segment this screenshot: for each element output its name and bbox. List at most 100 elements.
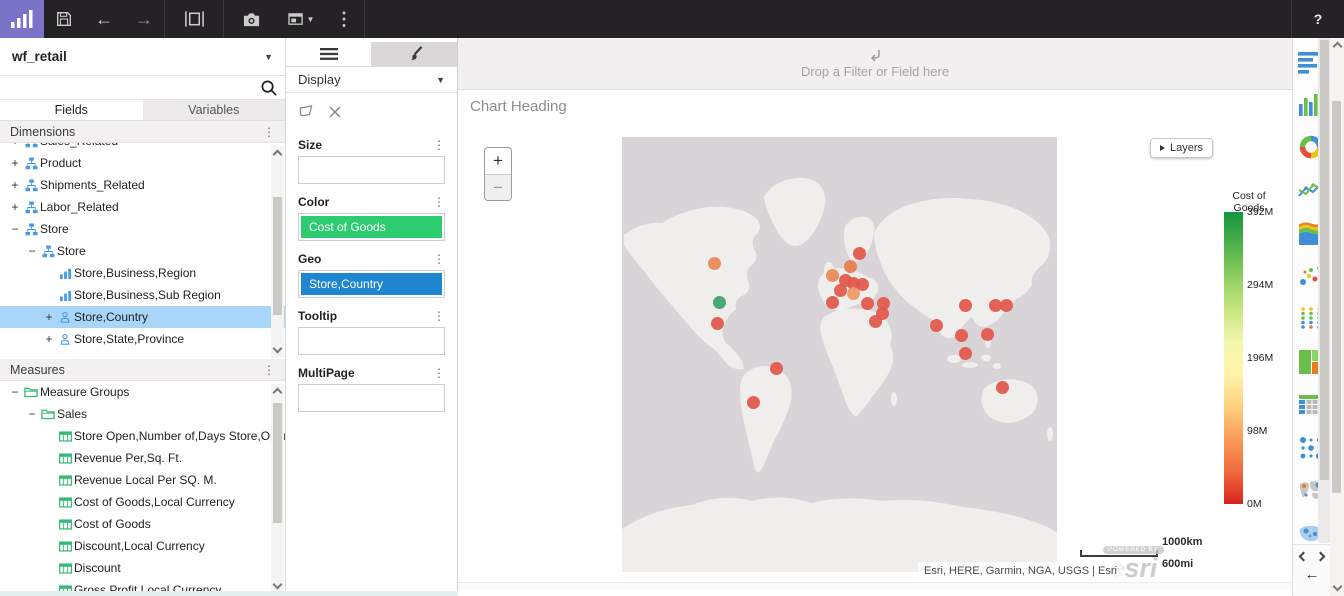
scrollbar-thumb[interactable] <box>1320 40 1329 480</box>
bucket-drop-zone[interactable]: Cost of Goods <box>298 213 445 241</box>
map-data-point[interactable] <box>959 299 972 312</box>
layout-menu-button[interactable]: ▼ <box>278 0 324 38</box>
zoom-in-button[interactable]: + <box>485 148 511 174</box>
tree-item[interactable]: +Store,Country <box>0 306 285 328</box>
expand-icon[interactable]: + <box>42 310 56 324</box>
map-data-point[interactable] <box>959 347 972 360</box>
datasource-selector[interactable]: wf_retail ▼ <box>0 38 285 76</box>
scroll-up-icon[interactable] <box>273 388 283 398</box>
expand-icon[interactable]: + <box>8 178 22 192</box>
expand-icon[interactable]: + <box>8 143 22 148</box>
layers-button[interactable]: Layers <box>1150 138 1213 158</box>
field-pill[interactable]: Cost of Goods <box>301 216 442 238</box>
map-data-point[interactable] <box>853 247 866 260</box>
display-section-header[interactable]: Display ▼ <box>286 67 457 93</box>
collapse-rail-button[interactable]: ← <box>1293 566 1331 583</box>
expand-icon[interactable]: + <box>42 332 56 346</box>
bucket-drop-zone[interactable] <box>298 327 445 355</box>
undo-button[interactable]: ← <box>84 0 124 38</box>
map-data-point[interactable] <box>826 269 839 282</box>
kebab-icon[interactable]: ⋮ <box>263 125 275 139</box>
page-left-icon[interactable] <box>1299 552 1309 562</box>
search-input[interactable] <box>8 78 260 98</box>
map-data-point[interactable] <box>861 297 874 310</box>
map-data-point[interactable] <box>1000 299 1013 312</box>
kebab-icon[interactable]: ⋮ <box>433 138 445 152</box>
collapse-icon[interactable]: − <box>25 244 39 258</box>
scrollbar-track[interactable] <box>272 161 283 342</box>
scroll-down-icon[interactable] <box>1332 582 1342 592</box>
scrollbar-thumb[interactable] <box>273 197 282 315</box>
tree-item[interactable]: Discount,Local Currency <box>0 535 285 557</box>
map-data-point[interactable] <box>711 317 724 330</box>
save-button[interactable] <box>44 0 84 38</box>
tab-fields[interactable]: Fields <box>0 100 143 120</box>
tree-item[interactable]: Revenue Local Per SQ. M. <box>0 469 285 491</box>
filter-drop-zone[interactable]: Drop a Filter or Field here <box>458 38 1292 90</box>
chart-heading[interactable]: Chart Heading <box>470 98 567 115</box>
scroll-down-icon[interactable] <box>273 344 283 354</box>
collapse-icon[interactable]: − <box>8 222 22 236</box>
map-data-point[interactable] <box>826 296 839 309</box>
tree-item[interactable]: Discount <box>0 557 285 579</box>
tree-item[interactable]: Store Open,Number of,Days Store,Open <box>0 425 285 447</box>
clear-x-icon[interactable] <box>328 105 342 119</box>
tree-item[interactable]: Store,Business,Region <box>0 262 285 284</box>
more-options-button[interactable]: ⋮ <box>324 0 364 38</box>
map-data-point[interactable] <box>981 328 994 341</box>
map-data-point[interactable] <box>708 257 721 270</box>
redo-button[interactable]: → <box>124 0 164 38</box>
map-data-point[interactable] <box>747 396 760 409</box>
tab-buckets[interactable] <box>286 42 372 66</box>
kebab-icon[interactable]: ⋮ <box>433 252 445 266</box>
map-data-point[interactable] <box>770 362 783 375</box>
expand-icon[interactable]: + <box>8 156 22 170</box>
scroll-up-icon[interactable] <box>1332 42 1342 52</box>
collapse-icon[interactable]: − <box>8 385 22 399</box>
tree-item[interactable]: −Store <box>0 240 285 262</box>
field-pill[interactable]: Store,Country <box>301 273 442 295</box>
collapse-icon[interactable]: − <box>25 407 39 421</box>
help-button[interactable]: ? <box>1292 0 1344 38</box>
tab-format[interactable] <box>372 42 457 66</box>
bucket-drop-zone[interactable] <box>298 384 445 412</box>
tab-variables[interactable]: Variables <box>143 100 286 120</box>
tree-item[interactable]: +Product <box>0 152 285 174</box>
tree-item[interactable]: Store,Business,Sub Region <box>0 284 285 306</box>
left-horizontal-scrollbar[interactable] <box>0 591 458 596</box>
tree-item[interactable]: +Store,State,Province <box>0 328 285 350</box>
kebab-icon[interactable]: ⋮ <box>433 366 445 380</box>
expand-icon[interactable]: + <box>8 200 22 214</box>
zoom-out-button[interactable]: − <box>485 174 511 200</box>
scrollbar-track[interactable] <box>272 399 283 578</box>
map-data-point[interactable] <box>996 381 1009 394</box>
tree-item[interactable]: Cost of Goods,Local Currency <box>0 491 285 513</box>
horizontal-scrollbar[interactable] <box>458 582 1292 590</box>
map-data-point[interactable] <box>834 284 847 297</box>
rail-scrollbar[interactable] <box>1318 38 1330 543</box>
dimensions-scrollbar[interactable] <box>271 146 284 358</box>
scrollbar-thumb[interactable] <box>273 403 282 523</box>
tree-item[interactable]: −Store <box>0 218 285 240</box>
map-data-point[interactable] <box>713 296 726 309</box>
app-logo[interactable] <box>0 0 44 38</box>
tree-item[interactable]: +Shipments_Related <box>0 174 285 196</box>
scrollbar-thumb[interactable] <box>1332 101 1341 493</box>
tree-item[interactable]: −Measure Groups <box>0 381 285 403</box>
kebab-icon[interactable]: ⋮ <box>433 195 445 209</box>
scrollbar-track[interactable] <box>1331 53 1343 580</box>
snapshot-button[interactable] <box>224 0 278 38</box>
search-icon[interactable] <box>260 79 277 96</box>
tree-item[interactable]: Revenue Per,Sq. Ft. <box>0 447 285 469</box>
tree-item[interactable]: Cost of Goods <box>0 513 285 535</box>
map-data-point[interactable] <box>930 319 943 332</box>
measures-scrollbar[interactable] <box>271 384 284 594</box>
map-data-point[interactable] <box>844 260 857 273</box>
world-map[interactable] <box>622 137 1057 572</box>
scroll-up-icon[interactable] <box>273 150 283 160</box>
scroll-down-icon[interactable] <box>273 580 283 590</box>
kebab-icon[interactable]: ⋮ <box>263 363 275 377</box>
lasso-select-icon[interactable] <box>298 104 314 120</box>
map-data-point[interactable] <box>847 287 860 300</box>
tree-item[interactable]: −Sales <box>0 403 285 425</box>
